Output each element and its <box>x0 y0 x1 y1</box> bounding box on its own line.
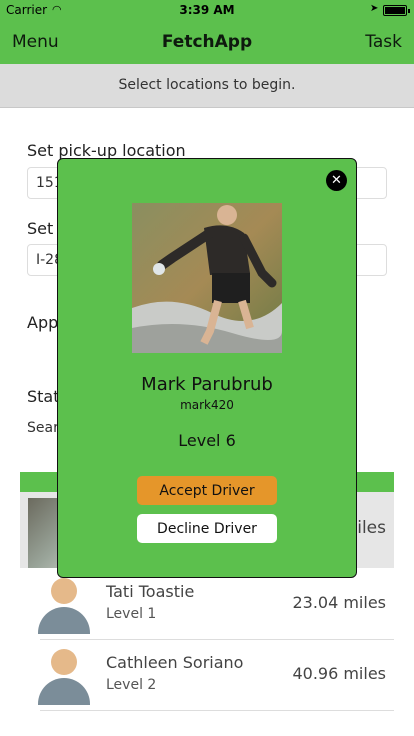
driver-level: Level 1 <box>106 606 157 622</box>
app-label: App <box>27 313 59 332</box>
driver-row[interactable]: Tati Toastie Level 1 23.04 miles <box>20 570 394 640</box>
row-divider <box>40 710 394 711</box>
location-arrow-icon: ➤ <box>370 3 379 14</box>
nav-bar: Menu FetchApp Task <box>0 20 414 64</box>
status-time: 3:39 AM <box>179 3 235 17</box>
battery-icon <box>383 5 410 16</box>
app-screen: Carrier ◠ 3:39 AM ➤ Menu FetchApp Task S… <box>0 0 414 736</box>
task-button[interactable]: Task <box>365 32 402 52</box>
avatar-icon <box>36 578 92 634</box>
driver-level: Level 2 <box>106 677 157 693</box>
avatar-icon <box>36 649 92 705</box>
status-label: Stat <box>27 387 60 406</box>
driver-distance: 40.96 miles <box>292 664 386 683</box>
instruction-banner: Select locations to begin. <box>0 64 414 108</box>
decline-driver-button[interactable]: Decline Driver <box>137 514 277 543</box>
driver-row[interactable]: Cathleen Soriano Level 2 40.96 miles <box>20 641 394 711</box>
row-divider <box>40 639 394 640</box>
modal-driver-name: Mark Parubrub <box>141 374 273 395</box>
driver-photo-image <box>132 203 282 353</box>
driver-modal: ✕ Mark Parubrub mark420 Level 6 Accept D… <box>57 158 357 578</box>
driver-photo <box>132 203 282 353</box>
status-bar: Carrier ◠ 3:39 AM ➤ <box>0 0 414 20</box>
banner-text: Select locations to begin. <box>118 77 296 93</box>
driver-distance: 23.04 miles <box>292 593 386 612</box>
driver-name: Cathleen Soriano <box>106 653 244 672</box>
modal-driver-username: mark420 <box>180 398 234 412</box>
driver-name: Tati Toastie <box>106 582 195 601</box>
close-icon[interactable]: ✕ <box>326 170 347 191</box>
modal-driver-level: Level 6 <box>178 431 236 450</box>
battery-fill <box>385 7 405 14</box>
accept-driver-button[interactable]: Accept Driver <box>137 476 277 505</box>
app-title: FetchApp <box>161 32 253 52</box>
dropoff-label: Set <box>27 219 54 238</box>
